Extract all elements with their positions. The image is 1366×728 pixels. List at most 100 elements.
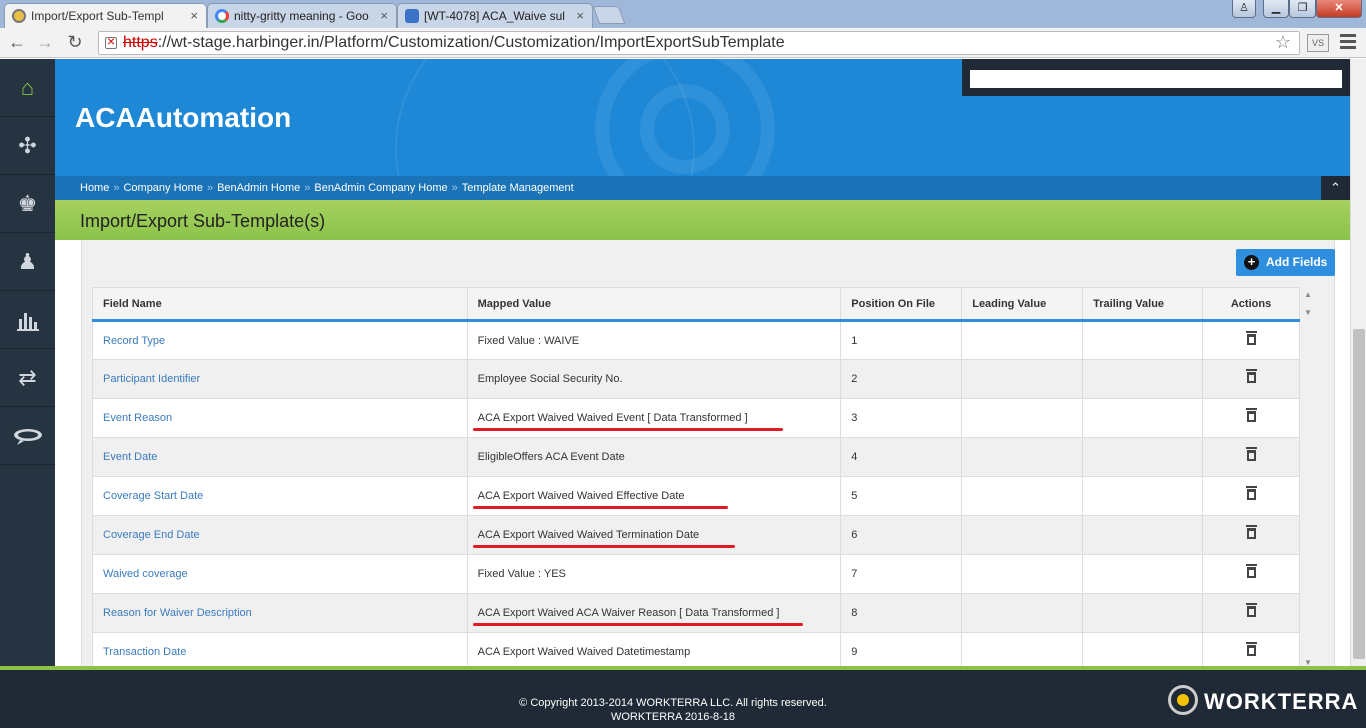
page-scrollbar-thumb[interactable]: [1353, 329, 1365, 659]
field-name-link[interactable]: Event Date: [92, 437, 468, 477]
mapped-value: ACA Export Waived Waived Datetimestamp: [477, 646, 691, 658]
collapse-header-button[interactable]: ⌃: [1321, 176, 1350, 200]
delete-trash-icon[interactable]: [1245, 447, 1257, 461]
field-name-link[interactable]: Waived coverage: [92, 554, 468, 594]
mapped-value-cell: Employee Social Security No.: [466, 359, 842, 399]
breadcrumb-company-home[interactable]: Company Home: [123, 182, 202, 194]
leading-value-cell: [961, 515, 1084, 555]
browser-tab[interactable]: [WT-4078] ACA_Waive sul ×: [397, 3, 593, 28]
company-name: ACAAutomation: [75, 102, 292, 133]
breadcrumb-benadmin-company-home[interactable]: BenAdmin Company Home: [314, 182, 447, 194]
bookmark-star-icon[interactable]: ☆: [1275, 32, 1291, 53]
delete-trash-icon[interactable]: [1245, 525, 1257, 539]
version-text: WORKTERRA 2016-8-18: [610, 711, 736, 723]
new-tab-button[interactable]: [592, 6, 626, 24]
trailing-value-cell: [1082, 320, 1204, 360]
leading-value-cell: [961, 554, 1084, 594]
trailing-value-cell: [1082, 359, 1204, 399]
workterra-logo-text: WORKTERRA: [1204, 689, 1359, 714]
sidebar-item-import-export[interactable]: ⇄: [0, 349, 55, 407]
browser-tab[interactable]: nitty-gritty meaning - Goo ×: [207, 3, 397, 28]
delete-trash-icon[interactable]: [1245, 486, 1257, 500]
extension-icon[interactable]: VS: [1307, 34, 1329, 52]
plus-circle-icon: +: [1244, 255, 1259, 270]
user-panel: [962, 59, 1350, 96]
delete-trash-icon[interactable]: [1245, 603, 1257, 617]
column-header-field-name[interactable]: Field Name: [92, 287, 468, 322]
field-name-link[interactable]: Coverage Start Date: [92, 476, 468, 516]
field-name-link[interactable]: Record Type: [92, 320, 468, 360]
user-profile-icon[interactable]: ♙: [1232, 0, 1256, 18]
delete-trash-icon[interactable]: [1245, 564, 1257, 578]
table-row: Coverage End Date ACA Export Waived Waive…: [92, 515, 1300, 555]
add-fields-button[interactable]: + Add Fields: [1236, 249, 1335, 276]
position-cell: 4: [840, 437, 963, 477]
tab-title: Import/Export Sub-Templ: [31, 9, 164, 23]
position-cell: 2: [840, 359, 963, 399]
delete-trash-icon[interactable]: [1245, 642, 1257, 656]
actions-cell: [1202, 437, 1300, 477]
maximize-icon[interactable]: ❐: [1289, 0, 1316, 18]
puzzle-icon: ✣: [18, 133, 37, 158]
breadcrumb-template-management[interactable]: Template Management: [462, 182, 574, 194]
sidebar-item-reports[interactable]: [0, 291, 55, 349]
position-cell: 6: [840, 515, 963, 555]
delete-trash-icon[interactable]: [1245, 369, 1257, 383]
sidebar-item-customization[interactable]: ✣: [0, 117, 55, 175]
sidebar-item-home[interactable]: ⌂: [0, 59, 55, 117]
delete-trash-icon[interactable]: [1245, 408, 1257, 422]
column-header-position[interactable]: Position On File: [840, 287, 963, 322]
close-tab-icon[interactable]: ×: [380, 8, 388, 23]
scroll-down-icon[interactable]: ▼: [1304, 308, 1312, 317]
column-header-mapped-value[interactable]: Mapped Value: [466, 287, 842, 322]
breadcrumb-benadmin-home[interactable]: BenAdmin Home: [217, 182, 300, 194]
field-name-link[interactable]: Participant Identifier: [92, 359, 468, 399]
field-name-link[interactable]: Coverage End Date: [92, 515, 468, 555]
url-path: ://wt-stage.harbinger.in/Platform/Custom…: [157, 34, 785, 51]
mapped-value-cell: Fixed Value : YES: [466, 554, 842, 594]
mapped-value: EligibleOffers ACA Event Date: [477, 451, 625, 463]
back-icon[interactable]: ←: [6, 32, 28, 53]
table-row: Reason for Waiver Description ACA Export …: [92, 593, 1300, 633]
column-header-trailing-value[interactable]: Trailing Value: [1082, 287, 1204, 322]
sidebar-item-admin-users[interactable]: ♚: [0, 175, 55, 233]
close-window-icon[interactable]: ✕: [1316, 0, 1362, 18]
minimize-icon[interactable]: ▁: [1263, 0, 1289, 18]
scroll-up-icon[interactable]: ▲: [1304, 290, 1312, 299]
reload-icon[interactable]: ↻: [64, 32, 86, 53]
close-tab-icon[interactable]: ×: [576, 8, 584, 23]
forward-icon[interactable]: →: [34, 32, 56, 53]
breadcrumb-home[interactable]: Home: [80, 182, 109, 194]
table-row: Event Date EligibleOffers ACA Event Date 4: [92, 437, 1300, 477]
table-scrollbar[interactable]: ▲ ▼ ▼: [1300, 288, 1316, 668]
delete-trash-icon[interactable]: [1245, 330, 1257, 345]
chat-icon: [13, 429, 42, 445]
red-underline-annotation: [472, 506, 728, 509]
table-row: Event Reason ACA Export Waived Waived Eve…: [92, 398, 1300, 438]
page-scrollbar[interactable]: [1350, 59, 1366, 668]
page-title: Import/Export Sub-Template(s): [80, 211, 326, 231]
chevron-up-icon: ⌃: [1330, 180, 1341, 195]
field-mapping-table: Field Name Mapped Value Position On File…: [92, 287, 1300, 672]
position-cell: 3: [840, 398, 963, 438]
trailing-value-cell: [1082, 554, 1204, 594]
url-field[interactable]: https://wt-stage.harbinger.in/Platform/C…: [98, 31, 1300, 55]
actions-cell: [1202, 398, 1300, 438]
field-name-link[interactable]: Event Reason: [92, 398, 468, 438]
actions-cell: [1202, 554, 1300, 594]
browser-tab-active[interactable]: Import/Export Sub-Templ ×: [4, 3, 207, 28]
user-info-field[interactable]: [970, 70, 1342, 88]
sidebar-item-users[interactable]: ♟: [0, 233, 55, 291]
transfer-arrows-icon: ⇄: [18, 365, 37, 390]
column-header-leading-value[interactable]: Leading Value: [961, 287, 1084, 322]
add-fields-label: Add Fields: [1266, 255, 1328, 269]
sidebar-item-messages[interactable]: [0, 407, 55, 465]
banner-decoration: [395, 59, 695, 176]
actions-cell: [1202, 359, 1300, 399]
trailing-value-cell: [1082, 593, 1204, 633]
close-tab-icon[interactable]: ×: [190, 8, 198, 23]
breadcrumb-separator: »: [206, 182, 214, 194]
table-row: Participant Identifier Employee Social Se…: [92, 359, 1300, 399]
field-name-link[interactable]: Reason for Waiver Description: [92, 593, 468, 633]
browser-menu-icon[interactable]: [1340, 34, 1356, 52]
